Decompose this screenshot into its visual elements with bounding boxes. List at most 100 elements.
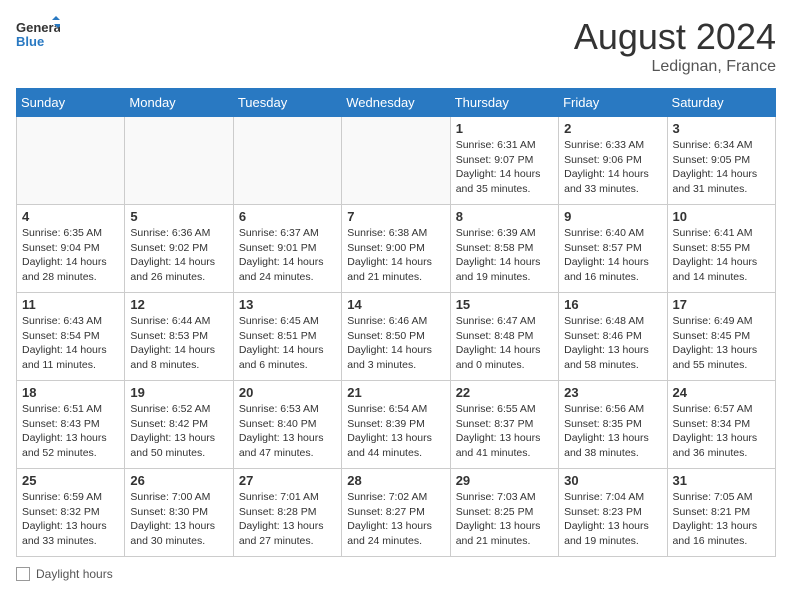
logo: General Blue	[16, 16, 60, 60]
day-number: 25	[22, 473, 119, 488]
day-number: 26	[130, 473, 227, 488]
day-info: Sunrise: 6:48 AM Sunset: 8:46 PM Dayligh…	[564, 314, 661, 373]
day-number: 14	[347, 297, 444, 312]
legend-box	[16, 567, 30, 581]
day-number: 21	[347, 385, 444, 400]
calendar-week-5: 25 Sunrise: 6:59 AM Sunset: 8:32 PM Dayli…	[17, 469, 776, 557]
calendar-cell: 20Sunrise: 6:53 AM Sunset: 8:40 PM Dayli…	[233, 381, 341, 469]
day-number: 6	[239, 209, 336, 224]
calendar-cell: 21Sunrise: 6:54 AM Sunset: 8:39 PM Dayli…	[342, 381, 450, 469]
calendar-cell: 6 Sunrise: 6:37 AM Sunset: 9:01 PM Daylig…	[233, 205, 341, 293]
day-info: Sunrise: 6:55 AM Sunset: 8:37 PM Dayligh…	[456, 402, 553, 461]
calendar-cell: 15 Sunrise: 6:47 AM Sunset: 8:48 PM Dayli…	[450, 293, 558, 381]
day-info: Sunrise: 6:41 AM Sunset: 8:55 PM Dayligh…	[673, 226, 770, 285]
calendar-cell: 13 Sunrise: 6:45 AM Sunset: 8:51 PM Dayli…	[233, 293, 341, 381]
day-number: 4	[22, 209, 119, 224]
legend-label: Daylight hours	[36, 567, 113, 581]
calendar-cell: 29 Sunrise: 7:03 AM Sunset: 8:25 PM Dayli…	[450, 469, 558, 557]
day-info: Sunrise: 6:47 AM Sunset: 8:48 PM Dayligh…	[456, 314, 553, 373]
calendar-cell: 14Sunrise: 6:46 AM Sunset: 8:50 PM Dayli…	[342, 293, 450, 381]
day-info: Sunrise: 7:03 AM Sunset: 8:25 PM Dayligh…	[456, 490, 553, 549]
calendar-cell	[125, 117, 233, 205]
day-info: Sunrise: 7:01 AM Sunset: 8:28 PM Dayligh…	[239, 490, 336, 549]
calendar-week-3: 11 Sunrise: 6:43 AM Sunset: 8:54 PM Dayli…	[17, 293, 776, 381]
weekday-header-thursday: Thursday	[450, 89, 558, 117]
day-number: 15	[456, 297, 553, 312]
calendar-cell: 10Sunrise: 6:41 AM Sunset: 8:55 PM Dayli…	[667, 205, 775, 293]
day-number: 7	[347, 209, 444, 224]
title-block: August 2024 Ledignan, France	[574, 16, 776, 76]
weekday-header-saturday: Saturday	[667, 89, 775, 117]
calendar-table: SundayMondayTuesdayWednesdayThursdayFrid…	[16, 88, 776, 557]
day-info: Sunrise: 6:45 AM Sunset: 8:51 PM Dayligh…	[239, 314, 336, 373]
calendar-cell: 26Sunrise: 7:00 AM Sunset: 8:30 PM Dayli…	[125, 469, 233, 557]
day-number: 27	[239, 473, 336, 488]
calendar-cell: 18 Sunrise: 6:51 AM Sunset: 8:43 PM Dayli…	[17, 381, 125, 469]
day-number: 30	[564, 473, 661, 488]
day-number: 1	[456, 121, 553, 136]
day-info: Sunrise: 6:34 AM Sunset: 9:05 PM Dayligh…	[673, 138, 770, 197]
calendar-header-row: SundayMondayTuesdayWednesdayThursdayFrid…	[17, 89, 776, 117]
calendar-cell: 22 Sunrise: 6:55 AM Sunset: 8:37 PM Dayli…	[450, 381, 558, 469]
calendar-cell: 9Sunrise: 6:40 AM Sunset: 8:57 PM Daylig…	[559, 205, 667, 293]
day-info: Sunrise: 7:05 AM Sunset: 8:21 PM Dayligh…	[673, 490, 770, 549]
weekday-header-sunday: Sunday	[17, 89, 125, 117]
calendar-cell: 7 Sunrise: 6:38 AM Sunset: 9:00 PM Daylig…	[342, 205, 450, 293]
day-number: 2	[564, 121, 661, 136]
weekday-header-wednesday: Wednesday	[342, 89, 450, 117]
day-info: Sunrise: 6:49 AM Sunset: 8:45 PM Dayligh…	[673, 314, 770, 373]
day-info: Sunrise: 6:56 AM Sunset: 8:35 PM Dayligh…	[564, 402, 661, 461]
calendar-cell: 17 Sunrise: 6:49 AM Sunset: 8:45 PM Dayli…	[667, 293, 775, 381]
day-number: 28	[347, 473, 444, 488]
page-header: General Blue August 2024 Ledignan, Franc…	[16, 16, 776, 76]
day-info: Sunrise: 6:51 AM Sunset: 8:43 PM Dayligh…	[22, 402, 119, 461]
location: Ledignan, France	[574, 58, 776, 76]
day-number: 24	[673, 385, 770, 400]
calendar-week-4: 18 Sunrise: 6:51 AM Sunset: 8:43 PM Dayli…	[17, 381, 776, 469]
day-info: Sunrise: 6:59 AM Sunset: 8:32 PM Dayligh…	[22, 490, 119, 549]
day-number: 5	[130, 209, 227, 224]
day-number: 22	[456, 385, 553, 400]
calendar-cell: 30Sunrise: 7:04 AM Sunset: 8:23 PM Dayli…	[559, 469, 667, 557]
logo-svg: General Blue	[16, 16, 60, 60]
day-number: 12	[130, 297, 227, 312]
day-number: 18	[22, 385, 119, 400]
day-info: Sunrise: 6:43 AM Sunset: 8:54 PM Dayligh…	[22, 314, 119, 373]
calendar-cell: 3 Sunrise: 6:34 AM Sunset: 9:05 PM Daylig…	[667, 117, 775, 205]
day-info: Sunrise: 6:38 AM Sunset: 9:00 PM Dayligh…	[347, 226, 444, 285]
weekday-header-tuesday: Tuesday	[233, 89, 341, 117]
day-number: 11	[22, 297, 119, 312]
calendar-cell: 31 Sunrise: 7:05 AM Sunset: 8:21 PM Dayli…	[667, 469, 775, 557]
day-number: 16	[564, 297, 661, 312]
calendar-cell: 16 Sunrise: 6:48 AM Sunset: 8:46 PM Dayli…	[559, 293, 667, 381]
calendar-cell	[17, 117, 125, 205]
calendar-cell: 25 Sunrise: 6:59 AM Sunset: 8:32 PM Dayli…	[17, 469, 125, 557]
calendar-cell: 2Sunrise: 6:33 AM Sunset: 9:06 PM Daylig…	[559, 117, 667, 205]
calendar-week-2: 4Sunrise: 6:35 AM Sunset: 9:04 PM Daylig…	[17, 205, 776, 293]
calendar-cell: 27 Sunrise: 7:01 AM Sunset: 8:28 PM Dayli…	[233, 469, 341, 557]
day-number: 19	[130, 385, 227, 400]
calendar-cell	[342, 117, 450, 205]
day-info: Sunrise: 7:02 AM Sunset: 8:27 PM Dayligh…	[347, 490, 444, 549]
month-year: August 2024	[574, 16, 776, 58]
day-info: Sunrise: 6:37 AM Sunset: 9:01 PM Dayligh…	[239, 226, 336, 285]
svg-text:General: General	[16, 20, 60, 35]
calendar-cell: 4Sunrise: 6:35 AM Sunset: 9:04 PM Daylig…	[17, 205, 125, 293]
day-number: 23	[564, 385, 661, 400]
day-number: 17	[673, 297, 770, 312]
day-number: 3	[673, 121, 770, 136]
calendar-cell	[233, 117, 341, 205]
svg-text:Blue: Blue	[16, 34, 44, 49]
calendar-cell: 19Sunrise: 6:52 AM Sunset: 8:42 PM Dayli…	[125, 381, 233, 469]
day-number: 29	[456, 473, 553, 488]
day-number: 31	[673, 473, 770, 488]
day-info: Sunrise: 6:44 AM Sunset: 8:53 PM Dayligh…	[130, 314, 227, 373]
day-number: 13	[239, 297, 336, 312]
legend: Daylight hours	[16, 567, 776, 581]
calendar-cell: 5Sunrise: 6:36 AM Sunset: 9:02 PM Daylig…	[125, 205, 233, 293]
calendar-cell: 23 Sunrise: 6:56 AM Sunset: 8:35 PM Dayli…	[559, 381, 667, 469]
day-info: Sunrise: 6:39 AM Sunset: 8:58 PM Dayligh…	[456, 226, 553, 285]
day-info: Sunrise: 6:40 AM Sunset: 8:57 PM Dayligh…	[564, 226, 661, 285]
day-number: 8	[456, 209, 553, 224]
calendar-cell: 28 Sunrise: 7:02 AM Sunset: 8:27 PM Dayli…	[342, 469, 450, 557]
